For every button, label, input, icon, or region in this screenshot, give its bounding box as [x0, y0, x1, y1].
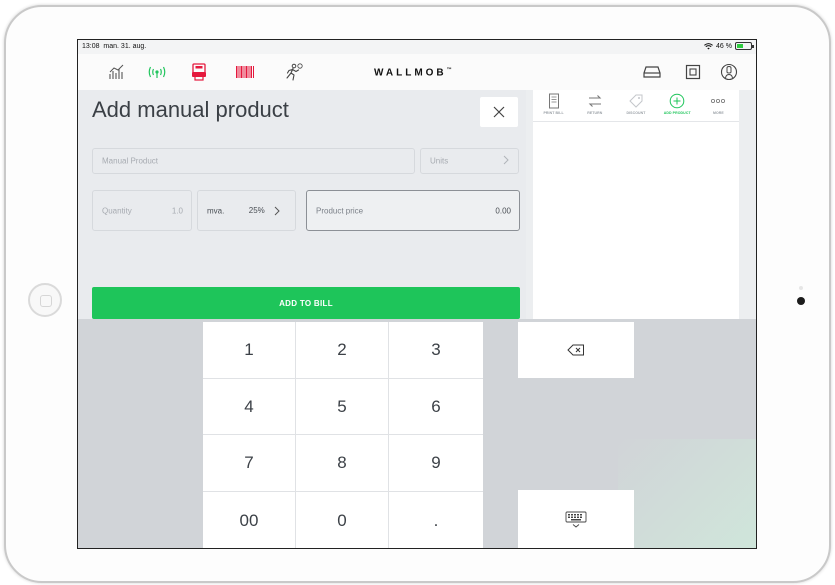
- key-1[interactable]: 1: [203, 322, 296, 379]
- status-bar: 13:08 man. 31. aug. 46 %: [78, 40, 756, 54]
- chart-icon[interactable]: [106, 61, 128, 83]
- key-2[interactable]: 2: [296, 322, 389, 379]
- wifi-signal-icon[interactable]: [146, 61, 168, 83]
- backspace-key[interactable]: [518, 322, 634, 378]
- key-5[interactable]: 5: [296, 379, 389, 435]
- register-icon[interactable]: [682, 61, 704, 83]
- add-to-bill-button[interactable]: ADD TO BILL: [92, 287, 520, 319]
- camera-sensor: [799, 286, 803, 290]
- key-7[interactable]: 7: [203, 435, 296, 492]
- keyboard-gradient: [618, 439, 756, 548]
- vat-select[interactable]: mva. 25%: [197, 190, 296, 231]
- product-name-input[interactable]: Manual Product: [92, 148, 415, 174]
- numeric-keyboard: 1 2 3 4 5 6 7 8 9 00 0 .: [78, 319, 756, 548]
- status-right: 46 %: [704, 42, 754, 50]
- cash-drawer-icon[interactable]: [641, 61, 663, 83]
- top-toolbar: WALLMOB™: [78, 54, 756, 90]
- tab-print-bill[interactable]: PRINT BILL: [533, 90, 574, 121]
- more-icon: [711, 99, 726, 104]
- status-time-date: 13:08 man. 31. aug.: [82, 43, 147, 50]
- hide-keyboard-key[interactable]: [518, 490, 634, 548]
- keyboard-hide-icon: [565, 511, 587, 528]
- return-icon: [588, 95, 602, 107]
- user-icon[interactable]: [718, 61, 740, 83]
- key-9[interactable]: 9: [389, 435, 483, 492]
- units-select[interactable]: Units: [420, 148, 519, 174]
- home-button[interactable]: [28, 283, 62, 317]
- price-value: 0.00: [495, 206, 511, 215]
- key-0[interactable]: 0: [296, 492, 389, 548]
- key-00[interactable]: 00: [203, 492, 296, 548]
- close-button[interactable]: [480, 97, 518, 127]
- running-person-icon[interactable]: [282, 61, 304, 83]
- backspace-icon: [567, 344, 584, 356]
- bill-panel: PRINT BILL RETURN DISCOUNT ADD PRODUCT M…: [533, 90, 739, 319]
- tab-add-product[interactable]: ADD PRODUCT: [657, 90, 698, 121]
- tab-return[interactable]: RETURN: [574, 90, 615, 121]
- close-icon: [493, 106, 505, 118]
- chevron-right-icon: [274, 206, 280, 215]
- brand-logo: WALLMOB™: [374, 67, 452, 79]
- key-decimal[interactable]: .: [389, 492, 483, 548]
- battery-icon: [735, 42, 754, 50]
- bill-icon: [548, 93, 559, 109]
- vat-label: mva.: [207, 206, 225, 215]
- key-8[interactable]: 8: [296, 435, 389, 492]
- product-price-input[interactable]: Product price 0.00: [306, 190, 520, 231]
- printer-icon[interactable]: [188, 61, 210, 83]
- app-screen: 13:08 man. 31. aug. 46 % WALLMOB™ Add ma…: [77, 39, 757, 549]
- add-product-form: Add manual product Manual Product Units …: [78, 90, 526, 319]
- page-title: Add manual product: [92, 97, 289, 122]
- battery-percent: 46 %: [716, 42, 732, 50]
- front-camera: [797, 297, 805, 305]
- barcode-icon[interactable]: [234, 61, 256, 83]
- tab-more[interactable]: MORE: [698, 90, 739, 121]
- key-4[interactable]: 4: [203, 379, 296, 435]
- keypad-grid: 1 2 3 4 5 6 7 8 9 00 0 .: [203, 322, 483, 548]
- vat-value: 25%: [249, 206, 281, 216]
- bill-actions: PRINT BILL RETURN DISCOUNT ADD PRODUCT M…: [533, 90, 739, 122]
- tab-discount[interactable]: DISCOUNT: [615, 90, 656, 121]
- plus-circle-icon: [669, 93, 685, 109]
- quantity-value: 1.0: [171, 206, 183, 215]
- chevron-right-icon: [502, 155, 510, 167]
- key-6[interactable]: 6: [389, 379, 483, 435]
- key-3[interactable]: 3: [389, 322, 483, 379]
- quantity-input[interactable]: Quantity 1.0: [92, 190, 192, 231]
- bill-side: PRINT BILL RETURN DISCOUNT ADD PRODUCT M…: [526, 90, 756, 319]
- wifi-icon: [704, 42, 713, 49]
- tag-icon: [629, 94, 643, 108]
